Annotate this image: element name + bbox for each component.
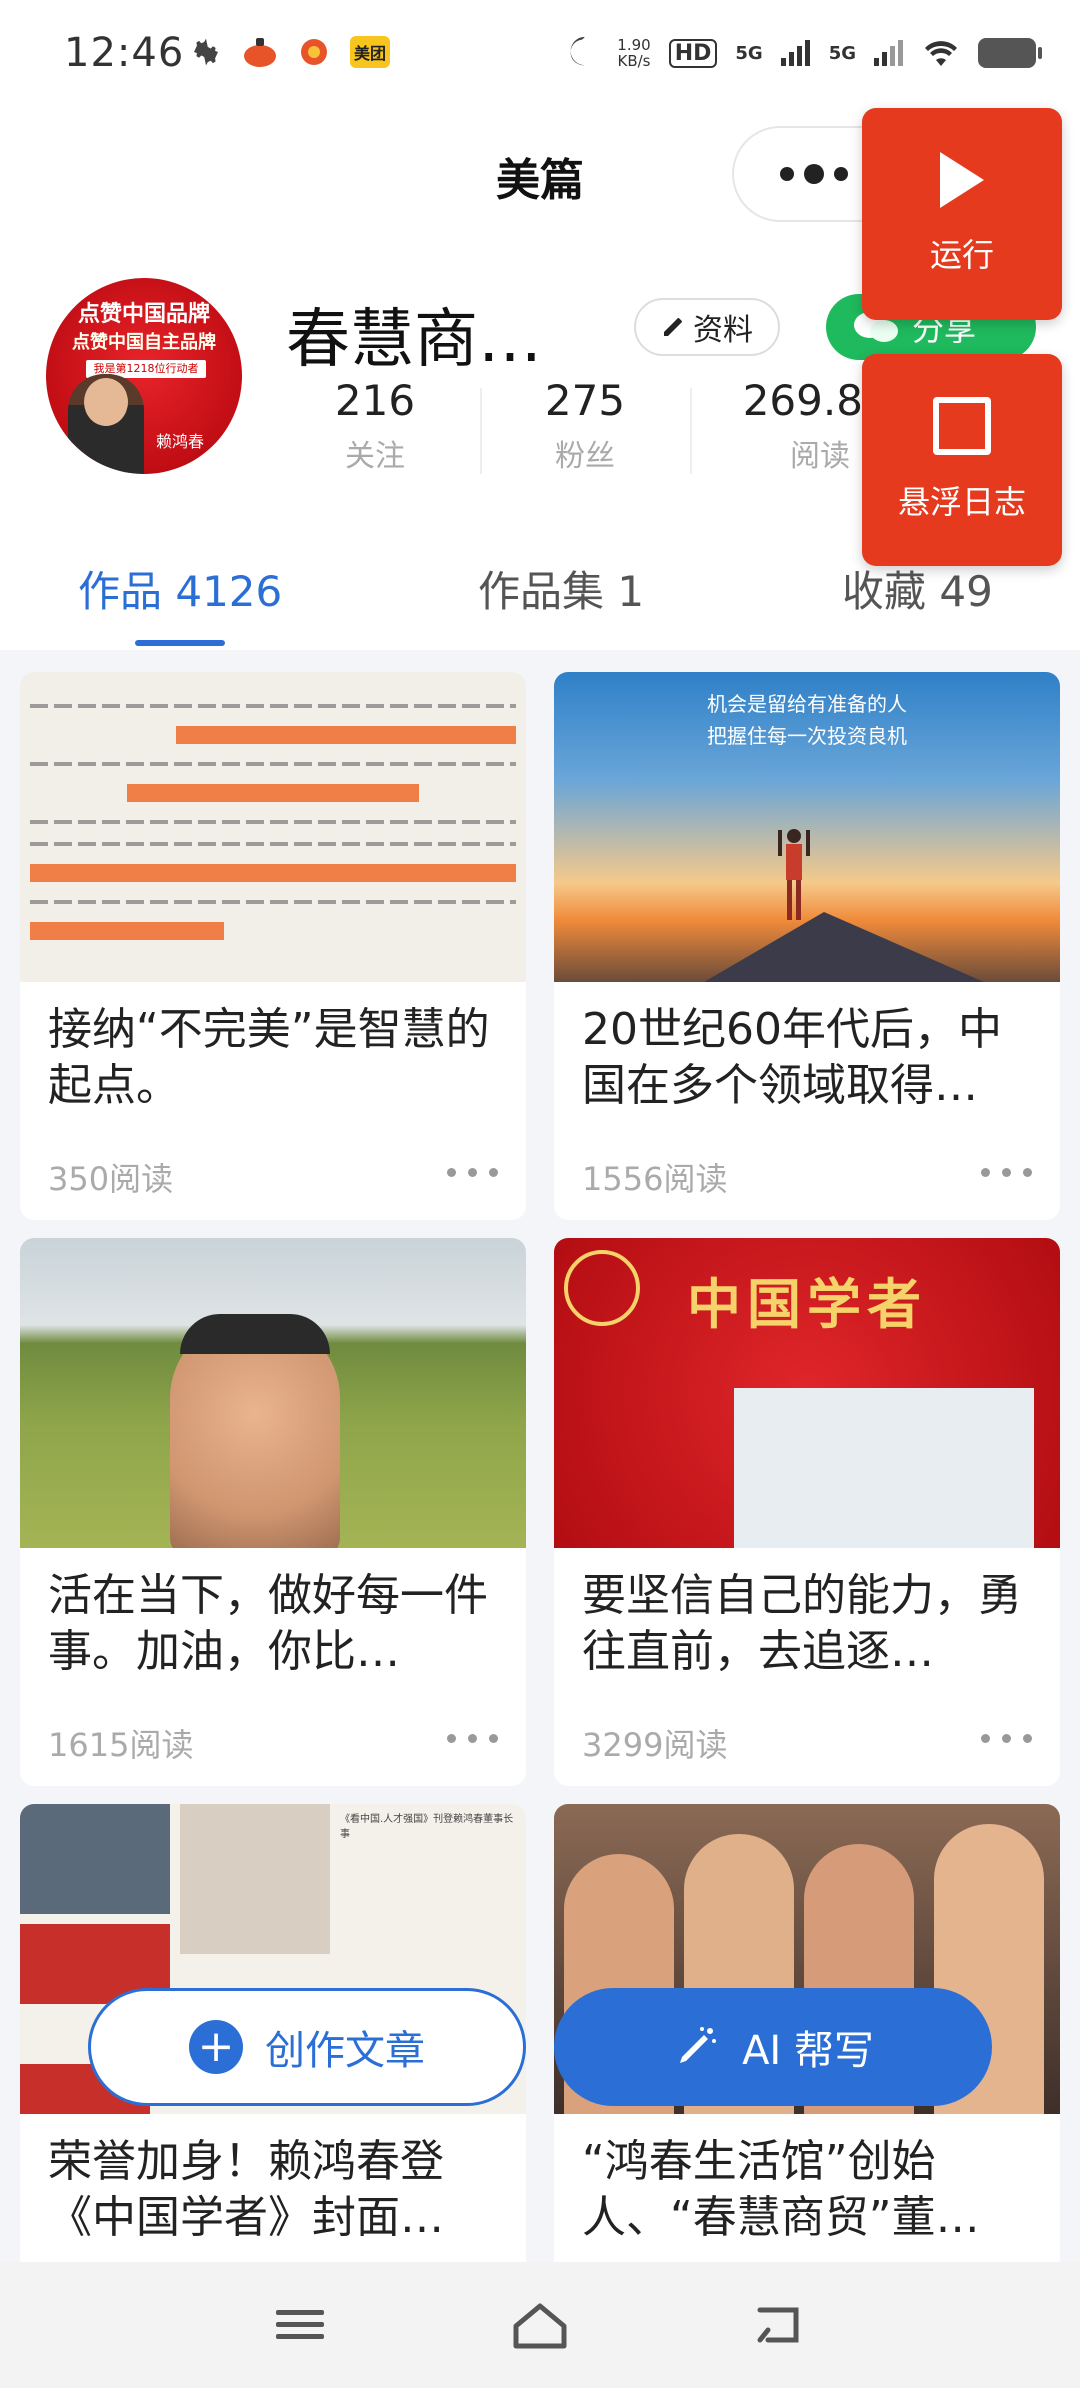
article-thumbnail: 中国学者 [554, 1238, 1060, 1548]
article-title: 20世纪60年代后，中国在多个领域取得… [582, 1004, 1002, 1111]
more-icon[interactable] [981, 1168, 1032, 1177]
thumb-caption: 把握住每一次投资良机 [707, 724, 907, 748]
article-title: 荣誉加身！赖鸿春登《中国学者》封面… [48, 2136, 444, 2243]
create-article-label: 创作文章 [265, 2028, 425, 2074]
article-title: 活在当下，做好每一件事。加油，你比… [48, 1570, 488, 1677]
article-title: “鸿春生活馆”创始人、“春慧商贸”董… [582, 2136, 980, 2243]
more-dot-icon [780, 167, 794, 181]
pencil-icon [664, 318, 682, 336]
run-label: 运行 [929, 236, 994, 274]
avatar-person [68, 374, 144, 474]
article-reads: 1615阅读 [48, 1726, 194, 1764]
article-card[interactable]: 活在当下，做好每一件事。加油，你比… 1615阅读 [20, 1238, 526, 1786]
stop-square-icon [933, 397, 991, 455]
more-dot-icon [834, 167, 848, 181]
more-icon[interactable] [447, 1734, 498, 1743]
avatar-person-name: 赖鸿春 [156, 432, 205, 451]
tab-works[interactable]: 作品 4126 [78, 558, 282, 619]
avatar-banner: 点赞中国品牌 [77, 302, 210, 326]
signal-icon: 5G [735, 42, 763, 64]
moon-icon [565, 34, 599, 72]
thumb-caption: 《看中国.人才强国》刊登赖鸿春董事长事 [340, 1814, 514, 1840]
stat-following[interactable]: 216 关注 [270, 376, 480, 475]
article-reads: 350阅读 [48, 1160, 174, 1198]
profile-info-button[interactable]: 资料 [634, 298, 780, 356]
avatar-banner-sub: 点赞中国自主品牌 [72, 332, 216, 353]
seal-icon [564, 1250, 640, 1326]
floating-log-button[interactable]: 悬浮日志 [862, 354, 1062, 566]
signal-bars-icon [780, 40, 810, 66]
signal-icon-2: 5G [828, 42, 856, 64]
tab-favorites[interactable]: 收藏 49 [842, 558, 993, 619]
profile-info-label: 资料 [693, 313, 753, 348]
status-bar: 12:46 美团 1.90 KB/s HD 5G 5G [0, 0, 1080, 118]
wifi-icon [925, 41, 957, 66]
net-speed: 1.90 KB/s [617, 36, 651, 70]
more-icon[interactable] [447, 1168, 498, 1177]
app-badge-icon [296, 34, 332, 70]
meituan-icon: 美团 [350, 36, 391, 68]
signal-bars-icon-2 [874, 40, 903, 66]
stat-followers[interactable]: 275 粉丝 [480, 376, 690, 475]
article-card[interactable]: 机会是留给有准备的人 把握住每一次投资良机 20世纪60年代后，中国在多个领域取… [554, 672, 1060, 1220]
magic-pen-icon [680, 2027, 717, 2063]
profile-name: 春慧商… [286, 303, 542, 377]
menu-icon[interactable] [270, 2300, 330, 2350]
article-thumbnail [20, 672, 526, 982]
plus-icon: + [189, 2020, 243, 2074]
back-icon[interactable] [750, 2300, 810, 2350]
run-button[interactable]: 运行 [862, 108, 1062, 320]
thumb-screen [734, 1388, 1034, 1548]
thumb-caption: 机会是留给有准备的人 [707, 692, 907, 716]
app-notification-icon [242, 34, 278, 70]
status-time: 12:46 [64, 30, 185, 76]
article-thumbnail: 机会是留给有准备的人 把握住每一次投资良机 [554, 672, 1060, 982]
tab-collections[interactable]: 作品集 1 [478, 558, 644, 619]
article-reads: 3299阅读 [582, 1726, 728, 1764]
hd-badge: HD [668, 38, 718, 68]
article-title: 接纳“不完美”是智慧的起点。 [48, 1004, 490, 1111]
gear-icon [188, 34, 224, 70]
system-nav-bar [0, 2262, 1080, 2388]
floating-log-label: 悬浮日志 [897, 483, 1026, 521]
article-thumbnail [20, 1238, 526, 1548]
article-reads: 1556阅读 [582, 1160, 728, 1198]
article-title: 要坚信自己的能力，勇往直前，去追逐… [582, 1570, 1022, 1677]
play-icon [940, 152, 984, 208]
battery-icon [978, 38, 1042, 68]
article-card[interactable]: 接纳“不完美”是智慧的起点。 350阅读 [20, 672, 526, 1220]
ai-write-label: AI 帮写 [742, 2028, 874, 2074]
home-icon[interactable] [510, 2300, 570, 2350]
more-dot-icon [804, 164, 824, 184]
avatar[interactable]: 点赞中国品牌 点赞中国自主品牌 我是第1218位行动者 赖鸿春 [46, 278, 242, 474]
ai-write-button[interactable]: AI 帮写 [554, 1988, 992, 2106]
create-article-button[interactable]: + 创作文章 [88, 1988, 526, 2106]
profile-stats: 216 关注 275 粉丝 269.8w 阅读 [270, 376, 950, 475]
article-card[interactable]: 中国学者 要坚信自己的能力，勇往直前，去追逐… 3299阅读 [554, 1238, 1060, 1786]
tab-indicator [135, 640, 225, 646]
more-icon[interactable] [981, 1734, 1032, 1743]
